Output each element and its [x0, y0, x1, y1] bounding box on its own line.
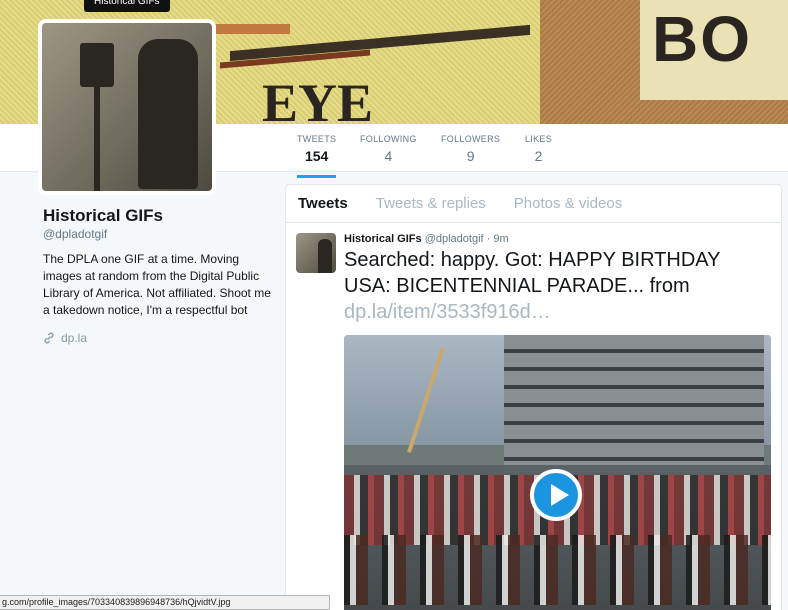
tab-photos-videos[interactable]: Photos & videos — [514, 195, 622, 212]
tweet-time[interactable]: 9m — [493, 233, 508, 245]
stat-likes[interactable]: LIKES 2 — [525, 134, 552, 164]
banner-eye-text: EYE — [262, 73, 374, 124]
timeline-tabs: Tweets Tweets & replies Photos & videos — [286, 185, 781, 223]
link-icon — [44, 332, 54, 344]
avatar-image — [42, 23, 212, 191]
profile-link-text[interactable]: dp.la — [61, 331, 87, 345]
stat-value: 4 — [384, 148, 393, 164]
tweet-author-handle[interactable]: @dpladotgif — [425, 233, 484, 245]
tab-tweets-replies[interactable]: Tweets & replies — [376, 195, 486, 212]
stat-label: LIKES — [525, 134, 553, 144]
timeline: Tweets Tweets & replies Photos & videos … — [285, 184, 782, 610]
tweet-link[interactable]: dp.la/item/3533f916d… — [344, 301, 551, 323]
tweet-avatar[interactable] — [296, 233, 336, 273]
stat-label: FOLLOWING — [360, 134, 417, 144]
stat-label: TWEETS — [297, 134, 337, 144]
stat-value: 9 — [466, 148, 475, 164]
stat-value: 2 — [534, 148, 543, 164]
tweet-media[interactable] — [344, 335, 771, 610]
avatar-tripod — [94, 87, 100, 191]
avatar-tooltip: Historical GIFs — [84, 0, 170, 12]
tweet[interactable]: Historical GIFs @dpladotgif · 9m Searche… — [286, 223, 781, 610]
stat-label: FOLLOWERS — [441, 134, 501, 144]
tweet-separator: · — [486, 233, 491, 245]
stat-followers[interactable]: FOLLOWERS 9 — [441, 134, 500, 164]
media-marchers — [344, 535, 771, 605]
tweet-body: Searched: happy. Got: HAPPY BIRTHDAY USA… — [344, 249, 721, 297]
banner-box-text: BO — [652, 3, 752, 75]
tweet-text: Searched: happy. Got: HAPPY BIRTHDAY USA… — [344, 247, 771, 325]
media-building — [504, 335, 764, 475]
tab-tweets[interactable]: Tweets — [298, 195, 348, 212]
tweet-author-name[interactable]: Historical GIFs — [344, 233, 422, 245]
stat-value: 154 — [304, 148, 329, 164]
profile-bio: The DPLA one GIF at a time. Moving image… — [43, 252, 271, 317]
status-bar-url: g.com/profile_images/703340839896948736/… — [0, 595, 330, 610]
profile-link[interactable]: dp.la — [43, 331, 273, 345]
play-icon[interactable] — [530, 469, 582, 521]
avatar-camera — [80, 43, 114, 87]
profile-name[interactable]: Historical GIFs — [43, 206, 273, 226]
stat-following[interactable]: FOLLOWING 4 — [360, 134, 417, 164]
stat-tweets[interactable]: TWEETS 154 — [297, 134, 337, 178]
tweet-header: Historical GIFs @dpladotgif · 9m — [344, 233, 771, 245]
banner-stripe — [210, 24, 290, 34]
profile-handle[interactable]: @dpladotgif — [43, 227, 273, 241]
avatar-figure — [138, 39, 198, 189]
profile-card: Historical GIFs @dpladotgif The DPLA one… — [43, 206, 273, 345]
profile-avatar[interactable] — [38, 19, 216, 195]
